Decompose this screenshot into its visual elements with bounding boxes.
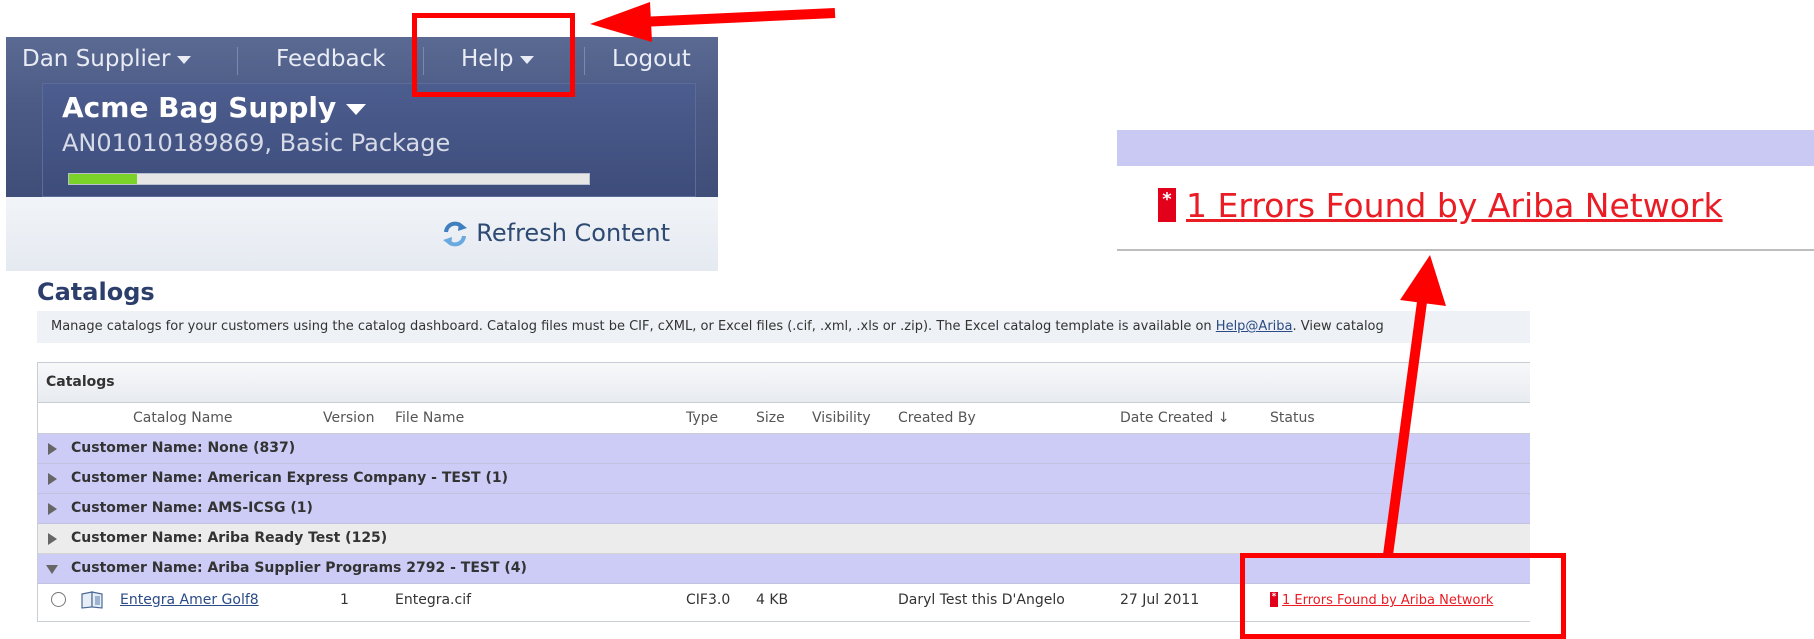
arrowhead-icon	[1400, 255, 1446, 306]
annotation-arrows	[590, 2, 1446, 556]
arrow-to-help	[639, 8, 836, 27]
arrow-to-callout	[1383, 301, 1427, 556]
arrowhead-icon	[590, 2, 652, 42]
